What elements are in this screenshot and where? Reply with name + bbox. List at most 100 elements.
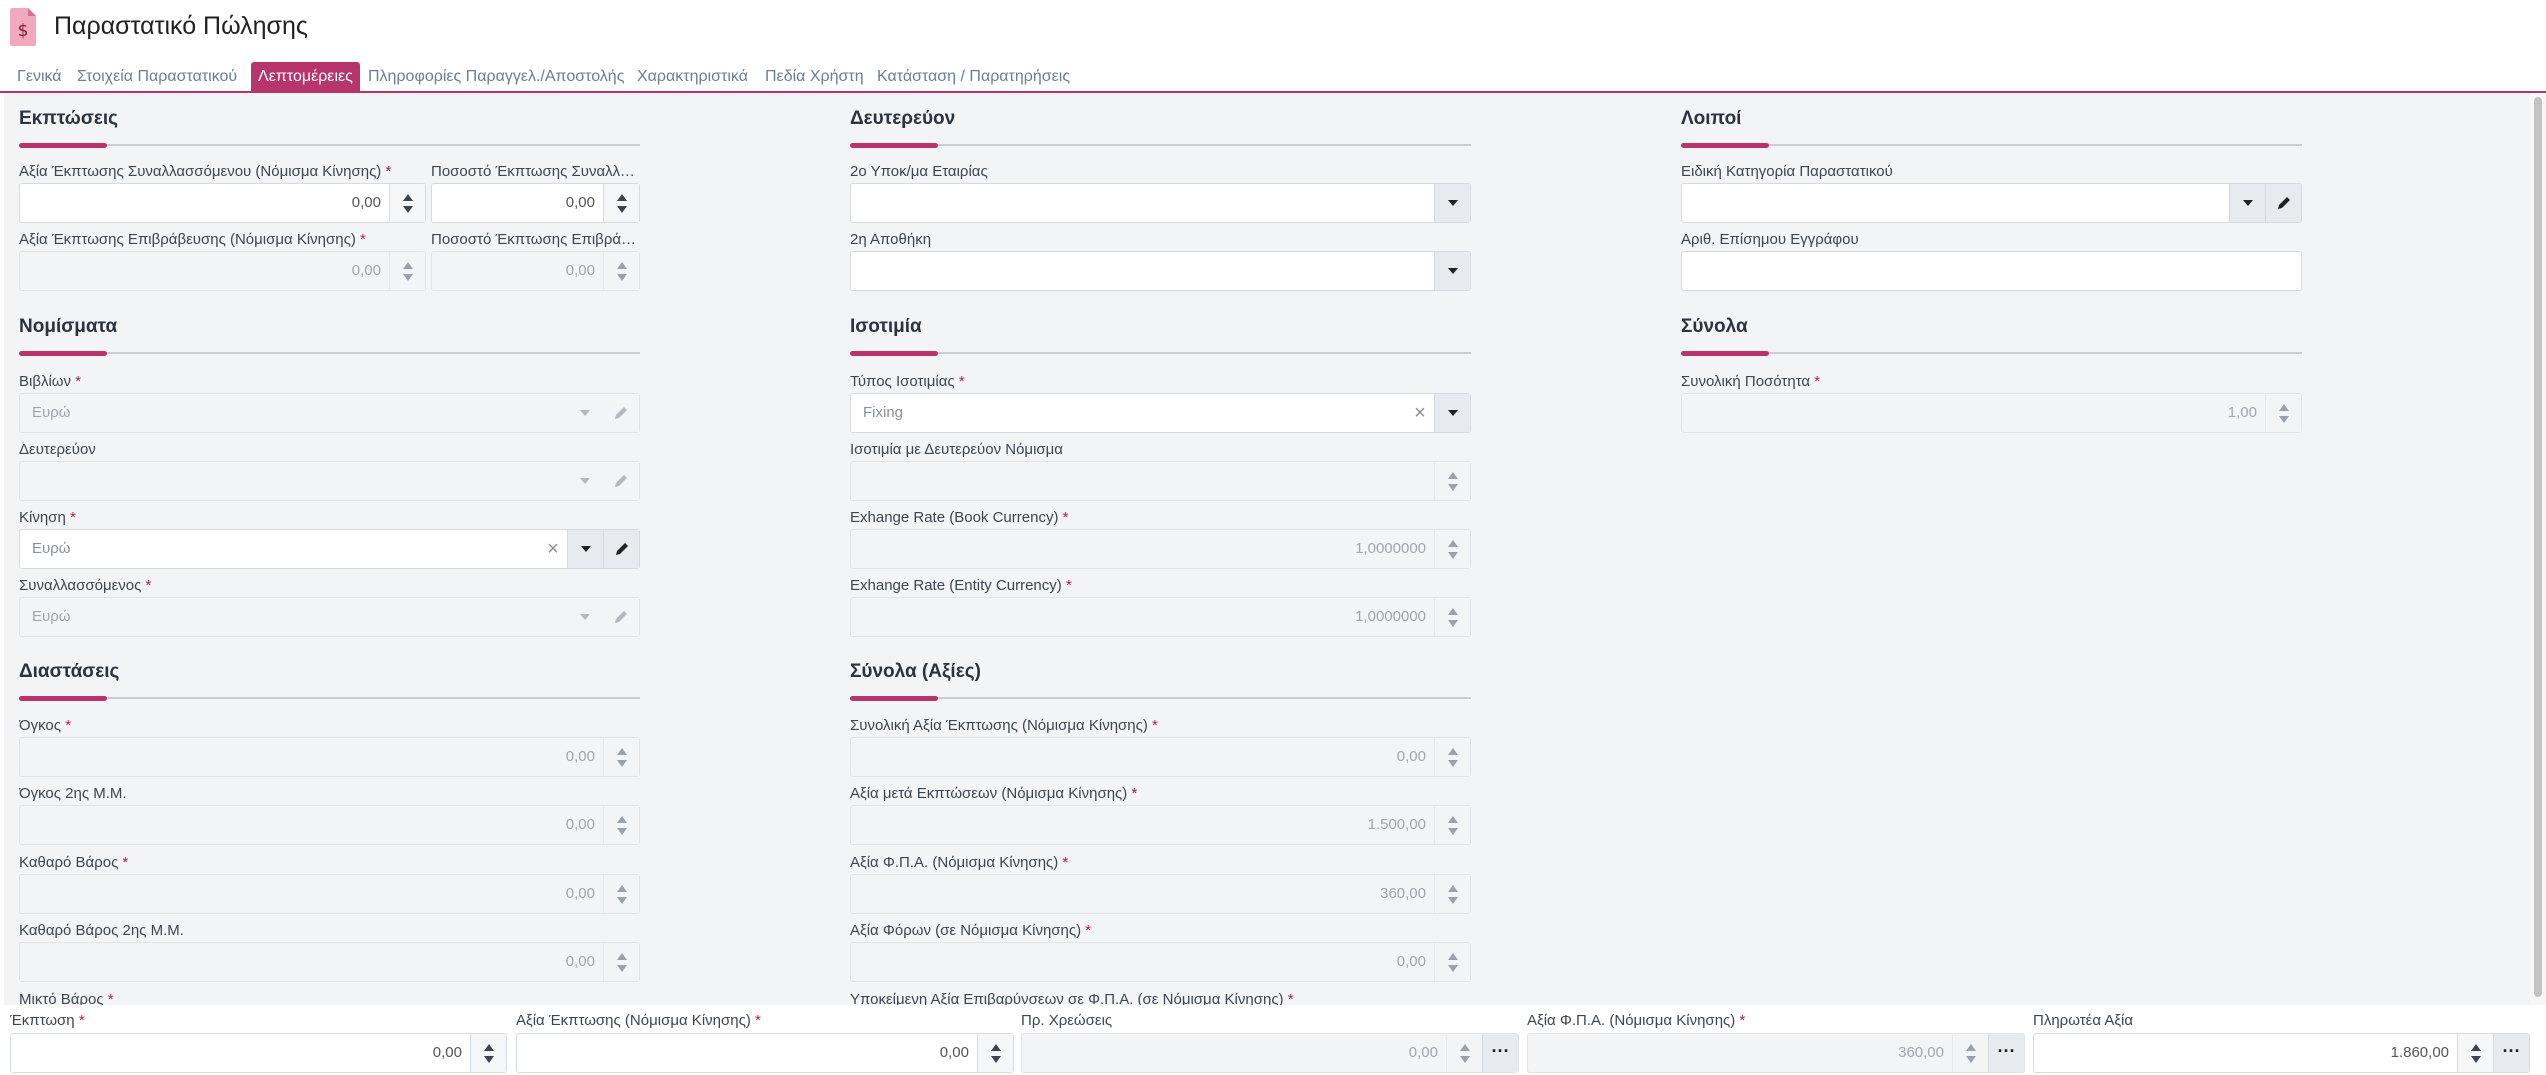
tab-characteristics[interactable]: Χαρακτηριστικά xyxy=(630,62,755,92)
value-after-discounts-input[interactable]: 1.500,00 xyxy=(850,805,1471,845)
vat-value-footer-input[interactable]: 360,00 ··· xyxy=(1527,1033,2025,1073)
number-stepper[interactable] xyxy=(1446,1034,1482,1072)
stepper-up-icon[interactable] xyxy=(617,748,627,755)
number-stepper[interactable] xyxy=(1952,1034,1988,1072)
stepper-up-icon[interactable] xyxy=(991,1044,1001,1051)
book-currency-select[interactable]: Ευρώ xyxy=(19,393,640,433)
book-exchange-rate-input[interactable]: 1,0000000 xyxy=(850,529,1471,569)
dropdown-button[interactable] xyxy=(567,530,603,568)
stepper-down-icon[interactable] xyxy=(1460,1056,1470,1063)
vat-value-input[interactable]: 360,00 xyxy=(850,874,1471,914)
second-warehouse-select[interactable] xyxy=(850,251,1471,291)
number-stepper[interactable] xyxy=(470,1034,506,1072)
stepper-up-icon[interactable] xyxy=(1448,748,1458,755)
reward-discount-percent-input[interactable]: 0,00 xyxy=(431,251,640,291)
stepper-up-icon[interactable] xyxy=(484,1044,494,1051)
stepper-up-icon[interactable] xyxy=(1448,608,1458,615)
movement-currency-select[interactable]: Ευρώ × xyxy=(19,529,640,569)
stepper-up-icon[interactable] xyxy=(2279,404,2289,411)
number-stepper[interactable] xyxy=(1434,462,1470,500)
volume-2nd-unit-input[interactable]: 0,00 xyxy=(19,805,640,845)
more-options-button[interactable]: ··· xyxy=(1988,1034,2024,1072)
discount-footer-input[interactable]: 0,00 xyxy=(10,1033,507,1073)
number-stepper[interactable] xyxy=(977,1034,1013,1072)
net-weight-input[interactable]: 0,00 xyxy=(19,874,640,914)
stepper-down-icon[interactable] xyxy=(1448,552,1458,559)
stepper-down-icon[interactable] xyxy=(617,965,627,972)
number-stepper[interactable] xyxy=(389,252,425,290)
tab-details[interactable]: Λεπτομέρειες xyxy=(251,62,360,92)
payable-amount-footer-input[interactable]: 1.860,00 ··· xyxy=(2033,1033,2530,1073)
stepper-down-icon[interactable] xyxy=(1448,760,1458,767)
dropdown-button[interactable] xyxy=(567,394,603,432)
stepper-down-icon[interactable] xyxy=(484,1056,494,1063)
edit-button[interactable] xyxy=(603,462,639,500)
stepper-down-icon[interactable] xyxy=(1448,620,1458,627)
stepper-up-icon[interactable] xyxy=(1448,885,1458,892)
tab-order-shipping[interactable]: Πληροφορίες Παραγγελ./Αποστολής xyxy=(361,62,631,92)
more-options-button[interactable]: ··· xyxy=(2493,1034,2529,1072)
tab-status-notes[interactable]: Κατάσταση / Παρατηρήσεις xyxy=(870,62,1077,92)
clear-icon[interactable]: × xyxy=(541,530,565,568)
number-stepper[interactable] xyxy=(1434,875,1470,913)
stepper-down-icon[interactable] xyxy=(617,828,627,835)
stepper-up-icon[interactable] xyxy=(1448,540,1458,547)
edit-button[interactable] xyxy=(603,530,639,568)
number-stepper[interactable] xyxy=(603,875,639,913)
stepper-up-icon[interactable] xyxy=(617,262,627,269)
edit-button[interactable] xyxy=(603,598,639,636)
stepper-down-icon[interactable] xyxy=(1448,897,1458,904)
tab-general[interactable]: Γενικά xyxy=(10,62,69,92)
number-stepper[interactable] xyxy=(603,184,639,222)
customer-discount-value-input[interactable]: 0,00 xyxy=(19,183,426,223)
stepper-up-icon[interactable] xyxy=(403,194,413,201)
scrollbar-thumb[interactable] xyxy=(2534,97,2542,997)
stepper-up-icon[interactable] xyxy=(617,953,627,960)
secondary-currency-select[interactable] xyxy=(19,461,640,501)
dropdown-button[interactable] xyxy=(1434,252,1470,290)
stepper-down-icon[interactable] xyxy=(617,897,627,904)
stepper-down-icon[interactable] xyxy=(1448,484,1458,491)
stepper-up-icon[interactable] xyxy=(1448,953,1458,960)
edit-button[interactable] xyxy=(603,394,639,432)
number-stepper[interactable] xyxy=(1434,738,1470,776)
taxes-value-input[interactable]: 0,00 xyxy=(850,942,1471,982)
number-stepper[interactable] xyxy=(603,806,639,844)
number-stepper[interactable] xyxy=(2265,394,2301,432)
edit-button[interactable] xyxy=(2265,184,2301,222)
stepper-down-icon[interactable] xyxy=(617,274,627,281)
stepper-down-icon[interactable] xyxy=(2471,1056,2481,1063)
dropdown-button[interactable] xyxy=(567,598,603,636)
dropdown-button[interactable] xyxy=(1434,394,1470,432)
stepper-down-icon[interactable] xyxy=(1448,965,1458,972)
stepper-up-icon[interactable] xyxy=(1448,472,1458,479)
stepper-down-icon[interactable] xyxy=(991,1056,1001,1063)
tab-user-fields[interactable]: Πεδία Χρήστη xyxy=(758,62,871,92)
number-stepper[interactable] xyxy=(2457,1034,2493,1072)
stepper-up-icon[interactable] xyxy=(617,194,627,201)
clear-icon[interactable]: × xyxy=(1408,394,1432,432)
stepper-up-icon[interactable] xyxy=(1966,1044,1976,1051)
stepper-down-icon[interactable] xyxy=(1966,1056,1976,1063)
number-stepper[interactable] xyxy=(1434,530,1470,568)
stepper-up-icon[interactable] xyxy=(2471,1044,2481,1051)
special-document-category-select[interactable] xyxy=(1681,183,2302,223)
official-document-number-input[interactable] xyxy=(1681,251,2302,291)
total-quantity-input[interactable]: 1,00 xyxy=(1681,393,2302,433)
dropdown-button[interactable] xyxy=(567,462,603,500)
number-stepper[interactable] xyxy=(1434,943,1470,981)
stepper-down-icon[interactable] xyxy=(1448,828,1458,835)
stepper-down-icon[interactable] xyxy=(403,206,413,213)
dropdown-button[interactable] xyxy=(1434,184,1470,222)
stepper-down-icon[interactable] xyxy=(2279,416,2289,423)
number-stepper[interactable] xyxy=(603,943,639,981)
number-stepper[interactable] xyxy=(1434,598,1470,636)
counterparty-currency-select[interactable]: Ευρώ xyxy=(19,597,640,637)
stepper-up-icon[interactable] xyxy=(617,816,627,823)
number-stepper[interactable] xyxy=(603,252,639,290)
tab-document-details[interactable]: Στοιχεία Παραστατικού xyxy=(70,62,244,92)
stepper-up-icon[interactable] xyxy=(1460,1044,1470,1051)
dropdown-button[interactable] xyxy=(2229,184,2265,222)
secondary-currency-parity-input[interactable] xyxy=(850,461,1471,501)
more-options-button[interactable]: ··· xyxy=(1482,1034,1518,1072)
